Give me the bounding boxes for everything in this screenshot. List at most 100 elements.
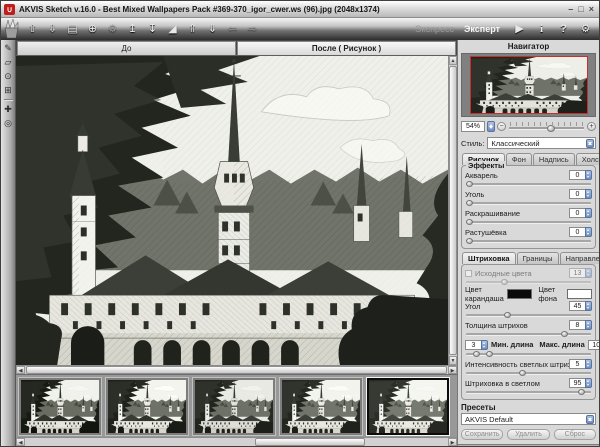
zoom-slider[interactable] [508, 121, 585, 132]
tab-background[interactable]: Фон [506, 153, 532, 165]
max-length-thumb[interactable] [486, 351, 493, 357]
preset-thumbnail[interactable] [106, 378, 188, 435]
canvas-horizontal-scrollbar[interactable]: ◀ ▶ [16, 365, 457, 374]
preset-thumbnail[interactable] [19, 378, 101, 435]
stroke-direction-tool[interactable]: ✎ [3, 43, 14, 53]
delete-preset-button[interactable]: Удалить [507, 429, 549, 440]
share-button[interactable]: ⇑ [185, 22, 200, 37]
smudging-slider[interactable] [466, 237, 591, 245]
tab-direction[interactable]: Направление [560, 252, 599, 264]
run-icon[interactable]: ▶ [513, 22, 526, 37]
zoom-tool[interactable]: ◎ [3, 118, 14, 128]
min-length-thumb[interactable] [473, 351, 480, 357]
tool-strip: ✎ ▱ ⊙ ⊞ ✚ ◎ [1, 40, 16, 446]
preset-select-button[interactable] [586, 415, 594, 424]
open-button[interactable]: ⇧ [25, 22, 40, 37]
stroke-width-spinner[interactable]: 8 [569, 320, 592, 330]
express-mode-button[interactable]: Экспресс [415, 24, 454, 34]
preset-thumbnail[interactable] [280, 378, 362, 435]
preset-thumbnails-strip [16, 374, 457, 437]
original-colors-spinner[interactable]: 13 [569, 268, 592, 278]
coloration-spinner[interactable]: 0 [569, 208, 592, 218]
charcoal-slider[interactable] [466, 199, 591, 207]
max-length-spinner[interactable]: 10 [588, 340, 599, 350]
original-colors-slider[interactable] [466, 278, 591, 286]
background-color-swatch[interactable] [567, 289, 592, 299]
apply-button[interactable]: ⇓ [205, 22, 220, 37]
tab-after[interactable]: После ( Рисунок ) [237, 41, 456, 55]
preset-buttons: Сохранить Удалить Сброс [461, 429, 596, 440]
charcoal-spinner[interactable]: 0 [569, 189, 592, 199]
tab-edges[interactable]: Границы [517, 252, 559, 264]
publish-button[interactable]: ⊕ [85, 22, 100, 37]
coloration-slider[interactable] [466, 218, 591, 226]
zoom-in-button[interactable]: + [587, 122, 596, 131]
batch-processing-button[interactable]: ⚙ [105, 22, 120, 37]
export-presets-button[interactable]: ↧ [145, 22, 160, 37]
zoom-value-field[interactable]: 54% [461, 121, 485, 132]
undo-button[interactable]: ⇦ [225, 22, 240, 37]
tab-text[interactable]: Надпись [533, 153, 575, 165]
angle-spinner[interactable]: 45 [569, 301, 592, 311]
preset-thumbnail[interactable] [193, 378, 275, 435]
vertical-scroll-thumb[interactable] [449, 66, 457, 355]
reset-preset-button[interactable]: Сброс [554, 429, 596, 440]
angle-slider[interactable] [466, 311, 591, 319]
tab-canvas[interactable]: Холст [576, 153, 599, 165]
tab-before[interactable]: До [17, 41, 236, 55]
presets-title: Пресеты [461, 403, 596, 412]
light-hatching-spinner[interactable]: 95 [569, 378, 592, 388]
stroke-width-slider[interactable] [466, 330, 591, 338]
navigator-preview[interactable] [470, 56, 588, 114]
zoom-out-button[interactable]: − [497, 122, 506, 131]
scroll-up-icon[interactable]: ▲ [449, 56, 457, 65]
light-hatching-slider[interactable] [466, 388, 591, 396]
thumbnails-scrollbar[interactable]: ◀ ▶ [16, 437, 457, 446]
min-length-spinner[interactable]: 3 [465, 340, 488, 350]
style-select-button[interactable] [586, 139, 594, 148]
eraser-tool[interactable]: ▱ [3, 57, 14, 67]
canvas-vertical-scrollbar[interactable]: ▲ ▼ [448, 56, 457, 365]
charcoal-label: Уголь [465, 190, 569, 199]
watercolor-spinner[interactable]: 0 [569, 170, 592, 180]
view-tabs: До После ( Рисунок ) [16, 40, 457, 55]
scroll-left-icon[interactable]: ◀ [16, 438, 25, 446]
scroll-down-icon[interactable]: ▼ [449, 356, 457, 365]
expert-mode-button[interactable]: Эксперт [464, 24, 500, 34]
style-select[interactable]: Классический [487, 137, 596, 149]
preset-thumbnail-selected[interactable] [367, 378, 449, 435]
scroll-right-icon[interactable]: ▶ [448, 366, 457, 374]
zoom-slider-thumb[interactable] [547, 125, 555, 132]
print-button[interactable]: ▤ [65, 22, 80, 37]
minimize-button[interactable]: – [568, 4, 573, 15]
import-presets-button[interactable]: ↥ [125, 22, 140, 37]
save-preset-button[interactable]: Сохранить [461, 429, 503, 440]
close-button[interactable]: × [589, 4, 594, 15]
navigator-title: Навигатор [461, 41, 596, 53]
horizontal-scroll-thumb[interactable] [26, 366, 447, 374]
pencil-color-swatch[interactable] [507, 289, 532, 299]
info-icon[interactable]: i [535, 22, 548, 37]
original-colors-checkbox[interactable] [465, 270, 472, 277]
light-intensity-slider[interactable] [466, 369, 591, 377]
light-intensity-spinner[interactable]: 5 [569, 359, 592, 369]
maximize-button[interactable]: □ [578, 4, 583, 15]
smudging-spinner[interactable]: 0 [569, 227, 592, 237]
hand-tool[interactable]: ✚ [3, 104, 14, 114]
watercolor-slider[interactable] [466, 180, 591, 188]
length-range-slider[interactable] [466, 350, 591, 358]
tab-strokes[interactable]: Штриховка [462, 252, 516, 264]
redo-button[interactable]: ⇨ [245, 22, 260, 37]
scroll-left-icon[interactable]: ◀ [16, 366, 25, 374]
thumbnails-scroll-thumb[interactable] [255, 438, 365, 446]
help-icon[interactable]: ? [557, 22, 570, 37]
preview-brush-tool[interactable]: ⊙ [3, 71, 14, 81]
save-button[interactable]: ⇩ [45, 22, 60, 37]
scroll-right-icon[interactable]: ▶ [448, 438, 457, 446]
image-canvas[interactable] [16, 56, 448, 365]
preset-select[interactable]: AKVIS Default [461, 413, 596, 425]
zoom-dropdown-button[interactable] [487, 121, 495, 132]
settings-gear-icon[interactable]: ⚙ [579, 22, 592, 37]
quick-preview-button[interactable]: ◢ [165, 22, 180, 37]
crop-tool[interactable]: ⊞ [3, 85, 14, 95]
